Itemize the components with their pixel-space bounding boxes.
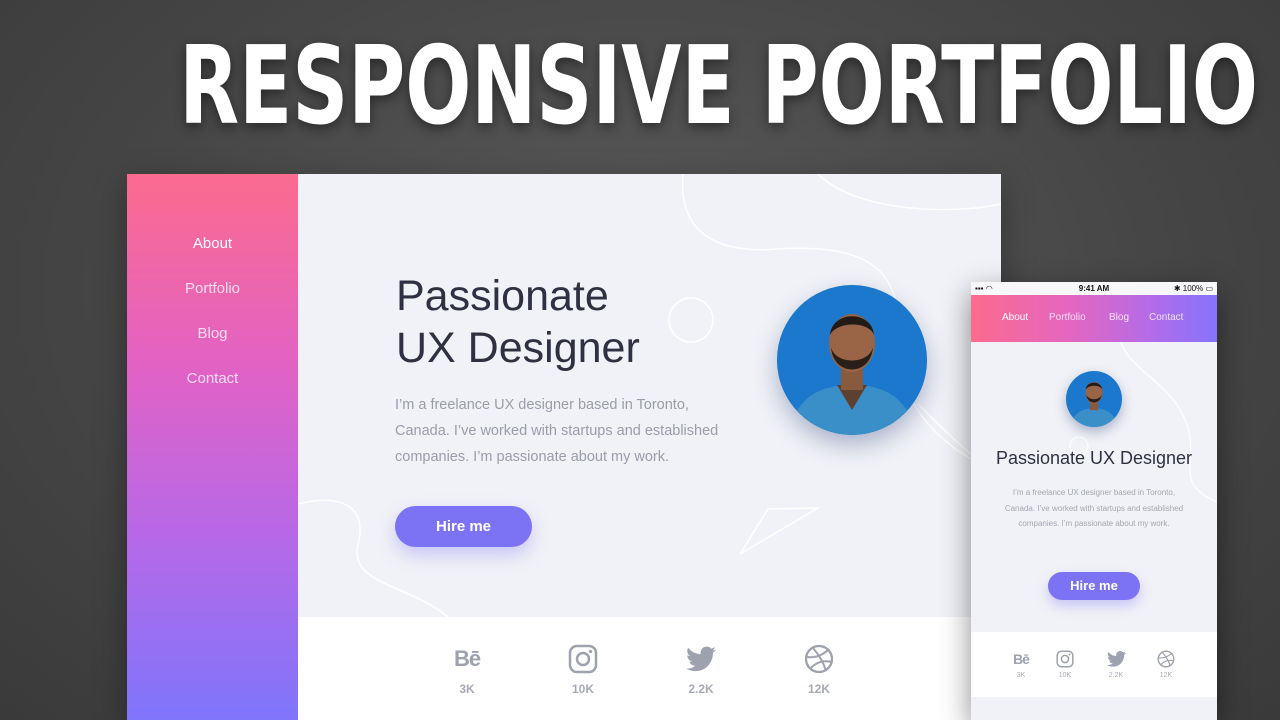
mobile-hire-me-button[interactable]: Hire me — [1048, 572, 1140, 600]
social-count: 12K — [807, 682, 830, 696]
social-count: 2.2K — [688, 682, 714, 696]
mobile-nav: About Portfolio Blog Contact — [971, 295, 1217, 342]
mobile-hero-title: Passionate UX Designer — [995, 448, 1193, 468]
social-instagram[interactable]: 10K — [548, 643, 618, 696]
dribbble-icon — [784, 643, 854, 675]
mobile-social-dribbble[interactable]: 12K — [1146, 649, 1186, 679]
hero-title-line2: UX Designer — [396, 324, 640, 372]
nav-item-blog[interactable]: Blog — [127, 325, 298, 342]
hire-me-button[interactable]: Hire me — [395, 506, 532, 547]
desktop-mockup: About Portfolio Blog Contact Passionate … — [127, 174, 1001, 720]
dribbble-icon — [1146, 649, 1186, 668]
mobile-nav-portfolio[interactable]: Portfolio — [1049, 312, 1086, 323]
battery-indicator: ✱ 100% ▭ — [1173, 284, 1213, 293]
banner-title: RESPONSIVE PORTFOLIO — [179, 24, 1259, 149]
social-bar: Bē 3K 10K 2.2K 12K — [298, 617, 1001, 720]
social-count: 12K — [1159, 672, 1173, 679]
mobile-social-twitter[interactable]: 2.2K — [1096, 649, 1136, 679]
nav-item-contact[interactable]: Contact — [127, 370, 298, 387]
instagram-icon — [548, 643, 618, 675]
avatar — [777, 285, 927, 435]
nav-item-portfolio[interactable]: Portfolio — [127, 280, 298, 297]
mobile-social-instagram[interactable]: 10K — [1045, 649, 1085, 679]
instagram-icon — [1045, 649, 1085, 668]
social-count: 10K — [1058, 672, 1072, 679]
behance-icon: Bē — [1013, 650, 1030, 667]
sidebar-nav: About Portfolio Blog Contact — [127, 174, 298, 720]
behance-icon: Bē — [453, 646, 481, 671]
mobile-nav-about[interactable]: About — [1002, 312, 1028, 323]
hero-description: I’m a freelance UX designer based in Tor… — [395, 397, 719, 465]
twitter-icon — [666, 643, 736, 675]
twitter-icon — [1096, 649, 1136, 668]
nav-item-about[interactable]: About — [127, 235, 298, 252]
mobile-avatar — [1066, 371, 1122, 427]
hero-title-line1: Passionate — [396, 272, 609, 320]
mobile-hero-description: I’m a freelance UX designer based in Tor… — [1004, 488, 1184, 528]
social-twitter[interactable]: 2.2K — [666, 643, 736, 696]
mobile-social-bar: Bē 3K 10K 2.2K 12K — [971, 632, 1217, 697]
social-count: 2.2K — [1108, 672, 1124, 679]
mobile-mockup: ▪▪▪ ◠ 9:41 AM ✱ 100% ▭ About Portfolio B… — [971, 282, 1217, 720]
mobile-nav-contact[interactable]: Contact — [1149, 312, 1183, 323]
social-count: 3K — [1016, 672, 1026, 679]
battery-level: 100% — [1182, 284, 1204, 293]
mobile-social-behance[interactable]: Bē 3K — [1001, 649, 1041, 680]
social-count: 10K — [571, 682, 594, 696]
social-behance[interactable]: Bē 3K — [432, 643, 502, 696]
status-bar: ▪▪▪ ◠ 9:41 AM ✱ 100% ▭ — [971, 282, 1217, 295]
social-count: 3K — [459, 682, 475, 696]
social-dribbble[interactable]: 12K — [784, 643, 854, 696]
hero-title: Passionate UX Designer — [396, 270, 756, 374]
mobile-nav-blog[interactable]: Blog — [1109, 312, 1129, 323]
